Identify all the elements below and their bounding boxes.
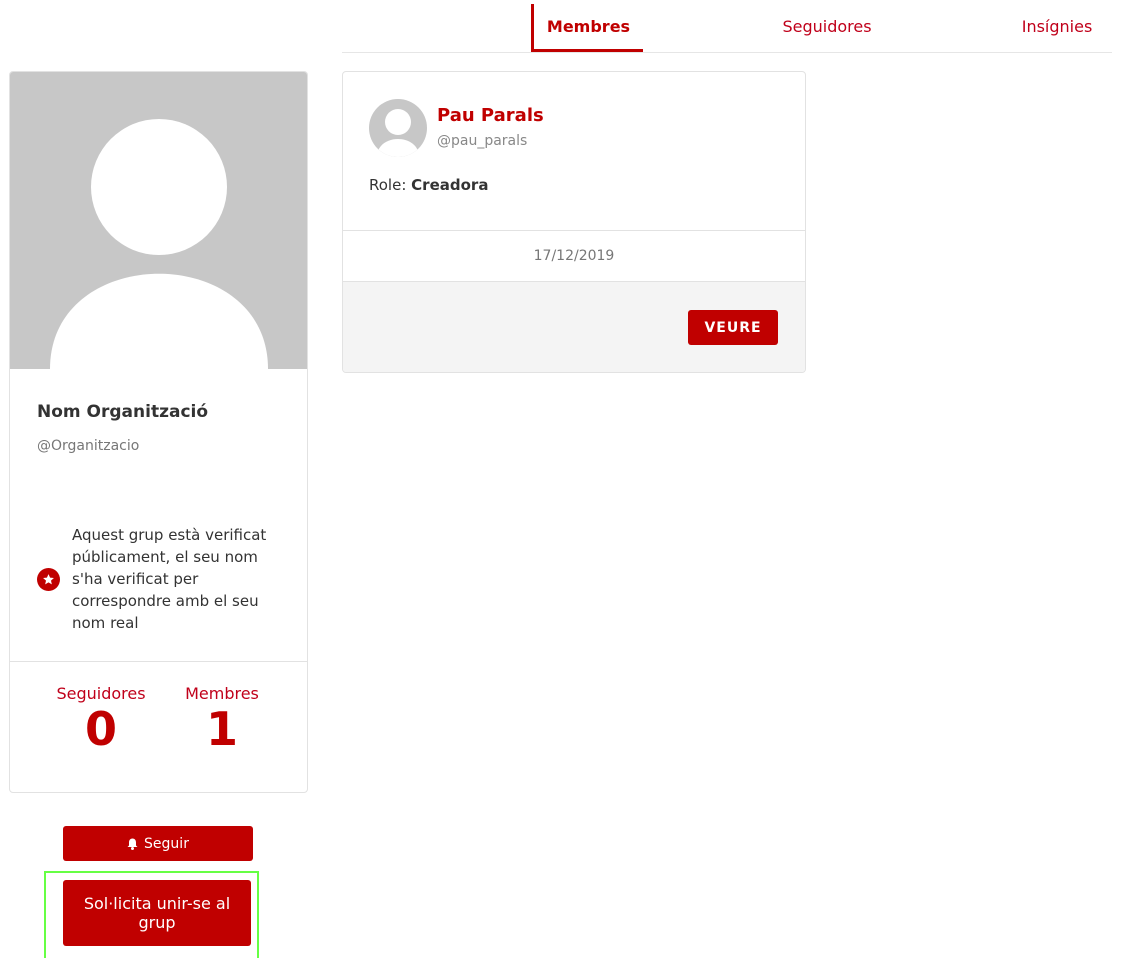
follow-button[interactable]: Seguir <box>63 826 253 861</box>
role-value: Creadora <box>411 176 489 194</box>
tab-membres[interactable]: Membres <box>531 4 643 52</box>
followers-count: 0 <box>84 702 117 756</box>
bell-icon <box>127 838 138 850</box>
join-highlight: Sol·licita unir-se al grup <box>44 871 259 958</box>
tab-seguidores[interactable]: Seguidores <box>762 0 892 53</box>
view-button[interactable]: VEURE <box>688 310 778 345</box>
members-label: Membres <box>185 684 259 703</box>
star-badge-icon <box>37 567 60 591</box>
member-card-footer: VEURE <box>343 281 805 372</box>
tab-membres-label: Membres <box>546 17 631 36</box>
join-label: Sol·licita unir-se al grup <box>83 894 231 932</box>
member-role: Role: Creadora <box>369 176 488 194</box>
followers-stat[interactable]: Seguidores 0 <box>46 684 156 755</box>
user-silhouette-icon <box>50 119 268 369</box>
followers-label: Seguidores <box>56 684 146 703</box>
members-count: 1 <box>205 702 238 756</box>
tab-insignies-label: Insígnies <box>1021 17 1093 36</box>
member-handle: @pau_parals <box>437 133 528 149</box>
verified-notice: Aquest grup està verificat públicament, … <box>37 524 287 634</box>
follow-label: Seguir <box>144 835 189 852</box>
org-name: Nom Organització <box>37 402 209 422</box>
user-silhouette-icon <box>377 109 419 157</box>
avatar <box>10 72 307 369</box>
join-group-button[interactable]: Sol·licita unir-se al grup <box>63 880 251 946</box>
role-label: Role: <box>369 176 407 194</box>
tab-bar: Membres Seguidores Insígnies <box>342 0 1112 53</box>
member-date: 17/12/2019 <box>533 248 615 264</box>
profile-card: Nom Organització @Organitzacio Aquest gr… <box>9 71 308 793</box>
member-avatar[interactable] <box>369 99 427 157</box>
member-card: Pau Parals @pau_parals Role: Creadora 17… <box>342 71 806 373</box>
tab-insignies[interactable]: Insígnies <box>1002 0 1112 53</box>
members-stat[interactable]: Membres 1 <box>174 684 270 755</box>
member-name-link[interactable]: Pau Parals <box>437 105 544 126</box>
divider <box>10 661 307 662</box>
tab-seguidores-label: Seguidores <box>782 17 872 36</box>
verified-text: Aquest grup està verificat públicament, … <box>72 526 267 632</box>
org-handle: @Organitzacio <box>37 438 140 454</box>
